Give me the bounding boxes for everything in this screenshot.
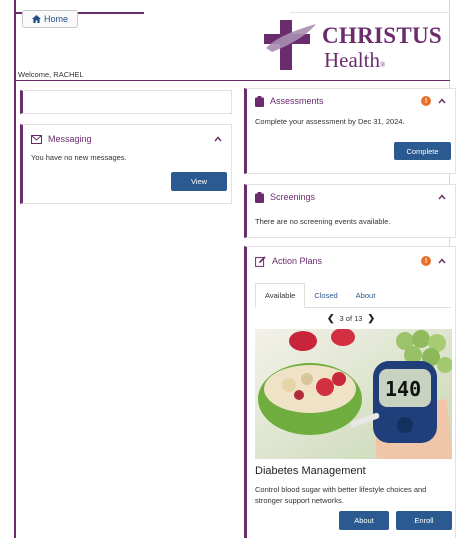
pager-count: 3 of 13 xyxy=(339,314,363,323)
messaging-text: You have no new messages. xyxy=(31,153,127,162)
clipboard-icon xyxy=(255,191,264,203)
screenings-text: There are no screening events available. xyxy=(255,217,391,226)
action-plan-tabs: Available Closed About xyxy=(255,283,451,308)
welcome-text: Welcome, RACHEL xyxy=(18,70,84,79)
chevron-up-icon[interactable] xyxy=(437,96,447,106)
alert-icon: ! xyxy=(421,96,431,106)
welcome-divider xyxy=(16,80,450,81)
plan-title: Diabetes Management xyxy=(255,465,366,477)
logo-reg-mark: ® xyxy=(379,61,386,69)
cross-logo-icon xyxy=(264,20,316,70)
messaging-title: Messaging xyxy=(48,134,92,144)
tab-closed[interactable]: Closed xyxy=(305,283,346,307)
logo-line2-text: Health xyxy=(324,48,380,72)
chevron-up-icon[interactable] xyxy=(437,256,447,266)
screenings-title: Screenings xyxy=(270,192,316,202)
about-button[interactable]: About xyxy=(339,511,389,530)
envelope-icon xyxy=(31,134,42,144)
meter-reading: 140 xyxy=(385,377,421,401)
logo-line1: CHRISTUS xyxy=(322,23,442,48)
alert-icon: ! xyxy=(421,256,431,266)
action-plans-card: Action Plans ! Available Closed About ❮ … xyxy=(244,246,456,538)
home-button[interactable]: Home xyxy=(22,10,78,28)
tab-about[interactable]: About xyxy=(347,283,385,307)
chevron-up-icon[interactable] xyxy=(213,134,223,144)
screenings-card: Screenings There are no screening events… xyxy=(244,184,456,238)
home-icon xyxy=(32,15,41,23)
home-label: Home xyxy=(43,14,68,24)
empty-card xyxy=(20,90,232,114)
assessments-title: Assessments xyxy=(270,96,324,106)
assessments-card: Assessments ! Complete your assessment b… xyxy=(244,88,456,174)
plan-description: Control blood sugar with better lifestyl… xyxy=(255,485,427,505)
plan-pager: ❮ 3 of 13 ❯ xyxy=(247,313,455,324)
next-icon[interactable]: ❯ xyxy=(367,313,375,324)
chevron-up-icon[interactable] xyxy=(437,192,447,202)
clipboard-icon xyxy=(255,95,264,107)
action-plans-title: Action Plans xyxy=(272,256,323,266)
messaging-card: Messaging You have no new messages. View xyxy=(20,124,232,204)
tab-available[interactable]: Available xyxy=(255,283,306,308)
logo-line2: Health® xyxy=(324,50,442,71)
top-rule-right xyxy=(290,12,450,13)
enroll-button[interactable]: Enroll xyxy=(396,511,452,530)
complete-button[interactable]: Complete xyxy=(394,142,451,160)
assessments-text: Complete your assessment by Dec 31, 2024… xyxy=(255,117,405,126)
view-button[interactable]: View xyxy=(171,172,227,191)
logo-wordmark: CHRISTUS Health® xyxy=(322,24,442,71)
edit-icon xyxy=(255,255,266,267)
prev-icon[interactable]: ❮ xyxy=(327,313,335,324)
diabetes-plan-image: 140 xyxy=(255,329,452,459)
